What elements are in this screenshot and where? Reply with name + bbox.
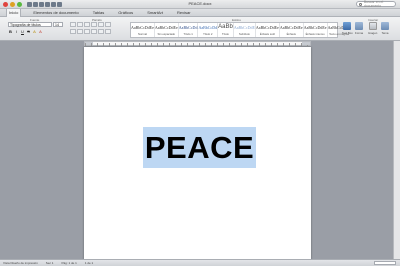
style-emphasis[interactable]: AaBbCcDdEe Énfasis xyxy=(280,23,304,37)
insert-image[interactable]: Imagen xyxy=(368,22,377,35)
strikethrough-button[interactable]: S xyxy=(26,29,31,34)
zoom-slider[interactable] xyxy=(374,261,396,265)
textbox-icon xyxy=(343,22,352,30)
document-page[interactable]: PEACE xyxy=(84,47,311,260)
save-icon[interactable] xyxy=(39,1,44,7)
align-left-button[interactable] xyxy=(70,29,76,34)
style-label: Subtítulo xyxy=(238,31,250,36)
style-label: Título 1 xyxy=(183,31,193,36)
styles-gallery: AaBbCcDdEe Normal AaBbCcDdEe Sin espacia… xyxy=(130,22,352,38)
tab-document-elements[interactable]: Elementos de documento xyxy=(31,9,80,17)
borders-button[interactable] xyxy=(105,29,111,34)
style-label: Énfasis sutil xyxy=(259,31,275,36)
style-preview: AaBbCcDdE xyxy=(233,24,255,30)
show-marks-button[interactable] xyxy=(105,22,111,27)
ribbon-tabs: Inicio Elementos de documento Tablas Grá… xyxy=(0,8,400,17)
style-subtle-emphasis[interactable]: AaBbCcDdEe Énfasis sutil xyxy=(256,23,280,37)
align-center-button[interactable] xyxy=(77,29,83,34)
style-heading-1[interactable]: AaBbCcDd Título 1 xyxy=(179,23,199,37)
style-preview: AaBb xyxy=(218,24,233,30)
tab-home[interactable]: Inicio xyxy=(6,8,22,17)
style-preview: AaBbCcDdEe xyxy=(154,24,178,30)
justify-button[interactable] xyxy=(91,29,97,34)
style-normal[interactable]: AaBbCcDdEe Normal xyxy=(131,23,155,37)
page-indicator: Pág: 1 de 1 xyxy=(61,261,77,265)
right-margin-marker[interactable] xyxy=(302,42,310,45)
insert-label: Imagen xyxy=(368,31,378,35)
tab-tables[interactable]: Tablas xyxy=(91,9,107,17)
bullets-button[interactable] xyxy=(70,22,76,27)
new-document-icon[interactable] xyxy=(27,1,32,7)
close-window-button[interactable] xyxy=(3,1,8,7)
style-label: Normal xyxy=(137,31,147,36)
view-mode[interactable]: Vista Diseño de impresión xyxy=(3,261,38,265)
style-label: Énfasis intenso xyxy=(305,31,325,36)
style-preview: AaBbCcDd xyxy=(198,24,218,30)
search-icon xyxy=(359,2,362,6)
style-preview: AaBbCcDd xyxy=(178,24,198,30)
image-icon xyxy=(368,22,377,30)
style-label: Título 2 xyxy=(203,31,213,36)
style-subtitle[interactable]: AaBbCcDdE Subtítulo xyxy=(234,23,256,37)
style-preview: AaBbCcDdEe xyxy=(131,24,154,30)
search-placeholder: Buscar en el documento xyxy=(363,0,384,8)
selected-text[interactable]: PEACE xyxy=(143,127,256,168)
insert-theme[interactable]: Tema xyxy=(381,22,389,35)
italic-button[interactable]: I xyxy=(14,29,19,34)
theme-icon xyxy=(381,22,389,30)
window-controls xyxy=(3,1,22,7)
font-size-select[interactable]: 14 xyxy=(53,22,63,27)
ribbon: Fuente Párrafo Estilos Insertar Tipograf… xyxy=(0,17,400,41)
undo-icon[interactable] xyxy=(51,1,56,7)
numbering-button[interactable] xyxy=(77,22,83,27)
format-buttons: B I U S A A xyxy=(8,29,43,34)
insert-shape[interactable]: Forma xyxy=(355,22,363,35)
style-intense-emphasis[interactable]: AaBbCcDdEe Énfasis intenso xyxy=(304,23,328,37)
section-indicator: Sec 1 xyxy=(45,261,54,265)
insert-label: Forma xyxy=(355,31,364,35)
status-bar: Vista Diseño de impresión Sec 1 Pág: 1 d… xyxy=(0,259,400,266)
decrease-indent-button[interactable] xyxy=(84,22,90,27)
zoom-window-button[interactable] xyxy=(17,1,22,7)
search-field[interactable]: Buscar en el documento xyxy=(356,0,396,8)
line-spacing-button[interactable] xyxy=(98,29,104,34)
style-preview: AaBbCcDdEe xyxy=(303,24,327,30)
insert-label: Text Box xyxy=(342,31,353,35)
open-icon[interactable] xyxy=(33,1,38,7)
horizontal-ruler[interactable] xyxy=(84,41,311,46)
underline-button[interactable]: U xyxy=(20,29,25,34)
increase-indent-button[interactable] xyxy=(91,22,97,27)
ruler-ticks xyxy=(85,43,310,46)
word-count: 1 de 1 xyxy=(84,261,94,265)
redo-icon[interactable] xyxy=(57,1,62,7)
bold-button[interactable]: B xyxy=(8,29,13,34)
style-heading-2[interactable]: AaBbCcDd Título 2 xyxy=(198,23,219,37)
tab-smartart[interactable]: SmartArt xyxy=(145,9,165,17)
document-title: PEACE.docx xyxy=(188,1,212,6)
print-icon[interactable] xyxy=(45,1,50,7)
font-name-select[interactable]: Tipografía de títulos xyxy=(8,22,52,27)
insert-text-box[interactable]: Text Box xyxy=(342,22,353,35)
highlight-button[interactable]: A xyxy=(32,29,37,34)
align-right-button[interactable] xyxy=(84,29,90,34)
style-preview: AaBbCcDdEe xyxy=(255,24,279,30)
style-title[interactable]: AaBb Título xyxy=(218,23,234,37)
tab-review[interactable]: Revisar xyxy=(175,9,193,17)
minimize-window-button[interactable] xyxy=(10,1,15,7)
font-color-button[interactable]: A xyxy=(38,29,43,34)
style-label: Título xyxy=(221,32,229,36)
style-label: Sin espaciado xyxy=(157,31,176,36)
tab-charts[interactable]: Gráficos xyxy=(116,9,135,17)
insert-label: Tema xyxy=(381,31,389,35)
sort-button[interactable] xyxy=(98,22,104,27)
shape-icon xyxy=(355,22,364,30)
quick-access-toolbar xyxy=(27,1,62,7)
style-preview: AaBbCcDdEe xyxy=(279,24,303,30)
style-no-spacing[interactable]: AaBbCcDdEe Sin espaciado xyxy=(155,23,179,37)
style-label: Énfasis xyxy=(286,31,296,36)
vertical-scrollbar[interactable] xyxy=(393,41,400,259)
